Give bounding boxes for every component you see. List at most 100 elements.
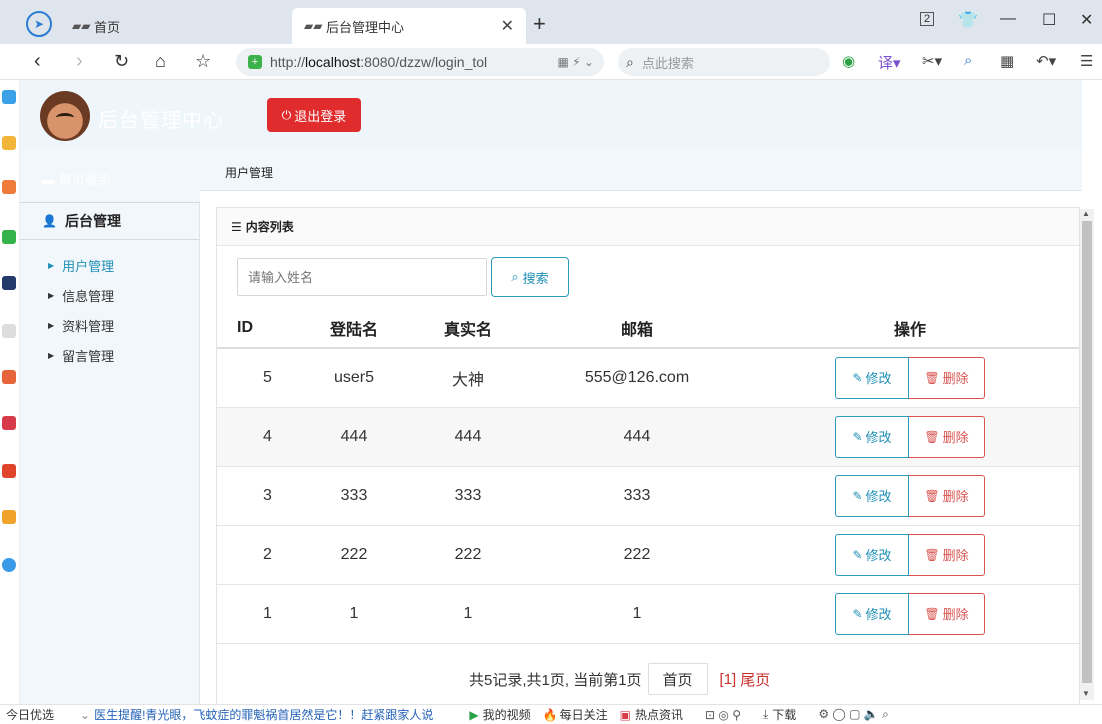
breadcrumb: 用户管理 — [225, 166, 274, 180]
extension-icon[interactable]: ◉ — [842, 52, 855, 70]
table-row: 2 222 222 222 ✎ 修改 🗑 删除 — [217, 525, 1079, 585]
translate-icon[interactable]: 译▾ — [878, 52, 901, 73]
dashboard-link[interactable]: ▬ 首页展示 — [42, 169, 111, 188]
back-icon[interactable]: ‹ — [34, 50, 41, 73]
url-tools-icon[interactable]: ▦ ⚡ ⌄ — [558, 55, 605, 69]
cell-email: 1 — [533, 584, 741, 644]
edit-icon: ✎ — [852, 547, 863, 562]
scrollbar-thumb[interactable] — [1082, 221, 1092, 683]
scissors-icon[interactable]: ✂▾ — [922, 52, 942, 70]
side-app-icon[interactable] — [2, 90, 16, 104]
close-icon[interactable]: ✕ — [501, 16, 514, 36]
trash-icon: 🗑 — [924, 606, 940, 621]
logout-button[interactable]: ⏻ 退出登录 — [267, 98, 361, 132]
forward-icon[interactable]: › — [76, 50, 83, 73]
undo-icon[interactable]: ↶▾ — [1036, 52, 1056, 70]
bookmark-star-icon[interactable]: ☆ — [195, 51, 211, 72]
maximize-icon[interactable]: ☐ — [1042, 10, 1056, 30]
apps-grid-icon[interactable]: ▦ — [1000, 52, 1014, 70]
side-app-icon[interactable] — [2, 324, 16, 338]
tab-favicon-icon: ▰▰ — [304, 19, 323, 33]
side-app-icon[interactable] — [2, 230, 16, 244]
table-row: 5 user5 大神 555@126.com ✎ 修改 🗑 删除 — [217, 348, 1079, 408]
admin-page: 后台管理中心 ⏻ 退出登录 ▬ 首页展示 用户管理 👤 后台管理 ▶ 用户管理 … — [20, 80, 1082, 704]
sidebar-item-message-management[interactable]: ▶ 留言管理 — [20, 340, 199, 370]
pagination: 共5记录,共1页, 当前第1页 首页 [1] 尾页 — [469, 663, 770, 695]
address-bar[interactable]: + http://localhost:8080/dzzw/login_tol ▦… — [236, 48, 604, 76]
cell-actions: ✎ 修改 🗑 删除 — [741, 525, 1079, 585]
tab-home[interactable]: ▰▰ 首页 — [62, 8, 290, 44]
status-tools-icon[interactable]: ⊡ ◎ ⚲ — [705, 708, 741, 722]
cell-id: 5 — [217, 348, 305, 408]
delete-button[interactable]: 🗑 删除 — [909, 533, 985, 576]
news-ticker[interactable]: 医生提醒!青光眼，飞蚊症的罪魁祸首居然是它！！赶紧跟家人说 — [94, 706, 433, 723]
side-app-icon[interactable] — [2, 180, 16, 194]
tab-label: 首页 — [94, 19, 121, 35]
status-right-icons[interactable]: ⚙ ◯ ▢ 🔈 ⌕ — [818, 707, 889, 722]
hot-news-link[interactable]: 热点资讯 — [635, 706, 683, 723]
window-close-icon[interactable]: ✕ — [1080, 10, 1093, 30]
edit-button[interactable]: ✎ 修改 — [835, 356, 909, 399]
last-page-link[interactable]: 尾页 — [740, 669, 770, 690]
trash-icon: 🗑 — [924, 547, 940, 562]
delete-button[interactable]: 🗑 删除 — [909, 356, 985, 399]
reload-icon[interactable]: ↻ — [114, 51, 129, 72]
side-app-icon[interactable] — [2, 416, 16, 430]
caret-right-icon: ▶ — [48, 260, 55, 270]
menu-icon[interactable]: ☰ — [1080, 52, 1093, 70]
dashboard-icon: ▬ — [42, 172, 55, 187]
tab-favicon-icon: ▰▰ — [72, 19, 91, 33]
tab-count-badge[interactable]: 2 — [920, 12, 935, 26]
current-page-link[interactable]: [1] — [720, 671, 737, 688]
my-video-link[interactable]: 我的视频 — [483, 706, 531, 723]
daily-follow-link[interactable]: 每日关注 — [560, 706, 608, 723]
scroll-down-icon[interactable]: ▼ — [1082, 689, 1090, 698]
search-button[interactable]: ⌕ 搜索 — [491, 257, 569, 297]
first-page-button[interactable]: 首页 — [647, 663, 708, 695]
fire-icon: 🔥 — [542, 707, 558, 722]
today-picks[interactable]: 今日优选 — [6, 706, 54, 723]
search-icon: ⌕ — [511, 269, 519, 284]
trash-icon: 🗑 — [924, 488, 940, 503]
browser-logo-icon[interactable]: ➤ — [26, 11, 52, 37]
delete-button[interactable]: 🗑 删除 — [909, 592, 985, 635]
side-app-icon[interactable] — [2, 136, 16, 150]
delete-button[interactable]: 🗑 删除 — [909, 474, 985, 517]
sidebar-item-info-management[interactable]: ▶ 信息管理 — [20, 280, 199, 310]
cell-email: 222 — [533, 525, 741, 585]
side-app-icon[interactable] — [2, 464, 16, 478]
home-icon[interactable]: ⌂ — [155, 51, 166, 72]
cell-actions: ✎ 修改 🗑 删除 — [741, 466, 1079, 526]
cell-email: 555@126.com — [533, 348, 741, 408]
new-tab-icon[interactable]: + — [533, 11, 546, 37]
browser-search-input[interactable]: ⌕ 点此搜索 — [618, 48, 830, 76]
name-search-input[interactable] — [237, 258, 487, 296]
sidebar-item-user-management[interactable]: ▶ 用户管理 — [20, 250, 199, 280]
edit-button[interactable]: ✎ 修改 — [835, 474, 909, 517]
download-link[interactable]: 下载 — [772, 706, 796, 723]
magnifier-icon[interactable]: ⌕ — [964, 52, 972, 69]
cell-realname: 333 — [403, 466, 533, 526]
side-app-icon[interactable] — [2, 370, 16, 384]
secure-shield-icon: + — [248, 55, 262, 69]
edit-icon: ✎ — [852, 488, 863, 503]
delete-button[interactable]: 🗑 删除 — [909, 415, 985, 458]
minimize-icon[interactable]: — — [1000, 10, 1016, 28]
side-app-icon[interactable] — [2, 276, 16, 290]
edit-button[interactable]: ✎ 修改 — [835, 533, 909, 576]
tab-label: 后台管理中心 — [326, 19, 405, 35]
sidebar-heading[interactable]: 👤 后台管理 — [20, 202, 199, 240]
col-header-id: ID — [217, 308, 305, 349]
scroll-up-icon[interactable]: ▲ — [1082, 209, 1090, 218]
side-app-icon[interactable] — [2, 510, 16, 524]
edit-button[interactable]: ✎ 修改 — [835, 592, 909, 635]
side-app-icon[interactable] — [2, 558, 16, 572]
url-text[interactable]: http://localhost:8080/dzzw/login_tol — [270, 54, 558, 70]
table-header-row: ID 登陆名 真实名 邮箱 操作 — [217, 308, 1079, 349]
skin-icon[interactable]: 👕 — [958, 10, 978, 30]
page-scrollbar[interactable]: ▲ ▼ — [1080, 209, 1094, 700]
edit-button[interactable]: ✎ 修改 — [835, 415, 909, 458]
cell-id: 2 — [217, 525, 305, 585]
sidebar-item-data-management[interactable]: ▶ 资料管理 — [20, 310, 199, 340]
tab-admin-center[interactable]: ▰▰ 后台管理中心 ✕ — [292, 8, 526, 44]
